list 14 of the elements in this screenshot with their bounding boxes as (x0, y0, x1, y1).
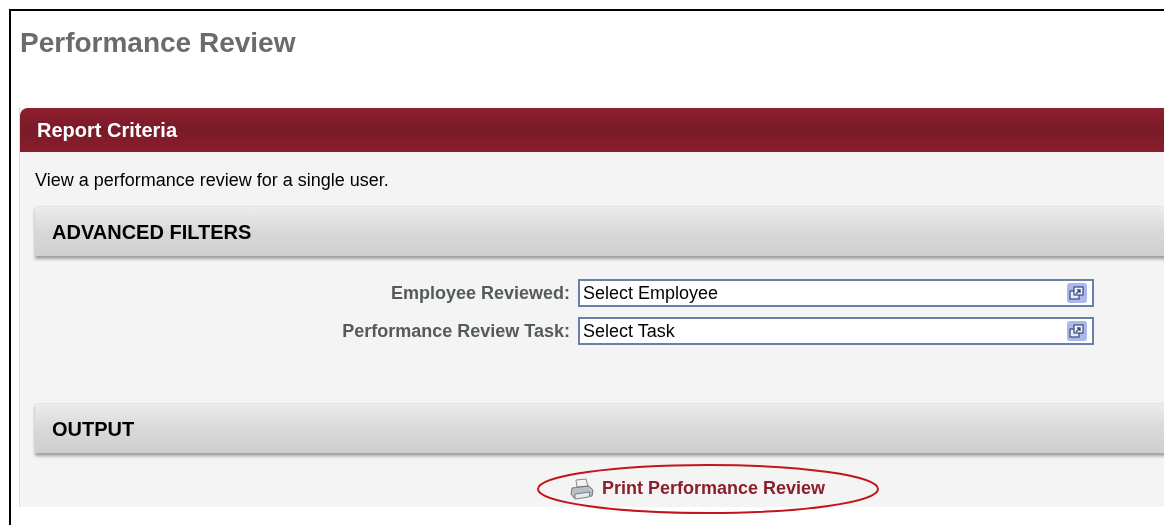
section-title: OUTPUT (52, 416, 135, 442)
printer-icon (570, 477, 594, 500)
lookup-icon[interactable] (1067, 321, 1087, 341)
page-title: Performance Review (20, 27, 297, 59)
lookup-field[interactable]: Select Employee (578, 279, 1094, 307)
panel-description: View a performance review for a single user. (34, 169, 390, 191)
field-value: Select Employee (583, 281, 720, 305)
field-label: Performance Review Task: (341, 319, 571, 343)
field-label: Employee Reviewed: (389, 281, 571, 305)
lookup-field[interactable]: Select Task (578, 317, 1094, 345)
field-value: Select Task (583, 319, 676, 343)
section-title: ADVANCED FILTERS (52, 219, 252, 245)
lookup-icon[interactable] (1067, 283, 1087, 303)
panel-title: Report Criteria (37, 118, 178, 143)
